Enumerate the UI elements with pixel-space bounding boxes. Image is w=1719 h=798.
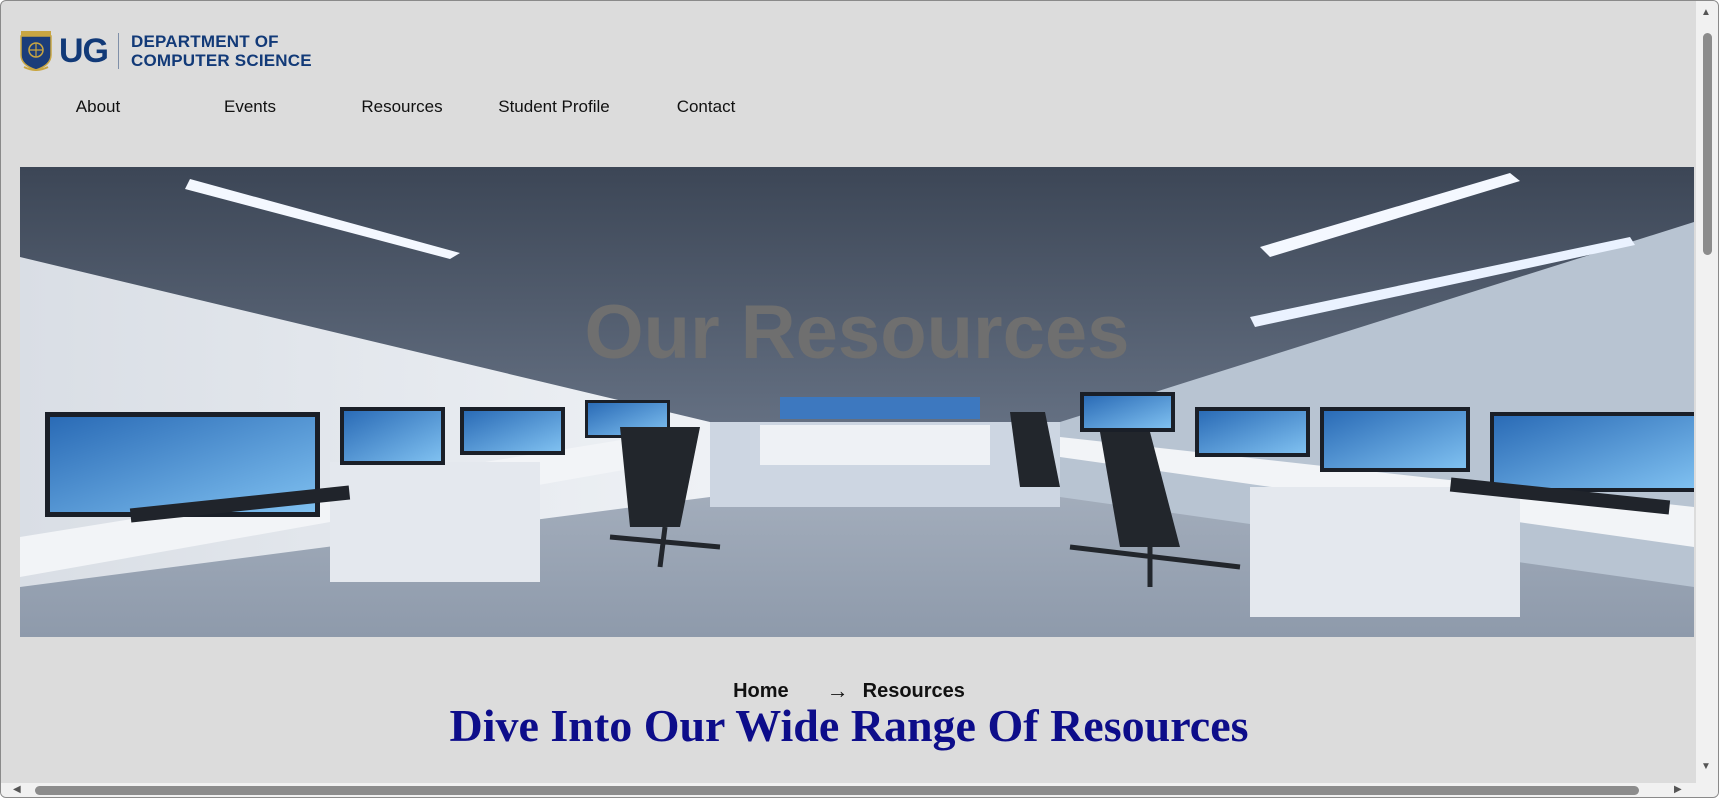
logo-text: DEPARTMENT OF COMPUTER SCIENCE xyxy=(131,32,312,70)
logo-line-2: COMPUTER SCIENCE xyxy=(131,51,312,70)
horizontal-scroll-thumb[interactable] xyxy=(35,786,1639,795)
scroll-right-arrow-icon[interactable]: ▶ xyxy=(1674,784,1682,795)
hero-title: Our Resources xyxy=(584,290,1130,375)
scroll-down-arrow-icon[interactable]: ▼ xyxy=(1701,761,1711,772)
browser-window: UG DEPARTMENT OF COMPUTER SCIENCE About … xyxy=(0,0,1719,798)
section-title: Dive Into Our Wide Range Of Resources xyxy=(449,700,1249,751)
hero-computer-lab-image xyxy=(20,167,1694,637)
nav-events[interactable]: Events xyxy=(175,97,325,117)
scroll-up-arrow-icon[interactable]: ▲ xyxy=(1701,7,1711,18)
nav-resources[interactable]: Resources xyxy=(327,97,477,117)
logo-line-1: DEPARTMENT OF xyxy=(131,32,279,51)
nav-about[interactable]: About xyxy=(23,97,173,117)
hero-banner: Our Resources xyxy=(20,167,1694,637)
nav-contact[interactable]: Contact xyxy=(631,97,781,117)
department-logo[interactable]: UG DEPARTMENT OF COMPUTER SCIENCE xyxy=(19,30,312,72)
ug-crest-icon xyxy=(20,31,52,71)
logo-ug-mark: UG xyxy=(59,31,109,70)
logo-divider xyxy=(118,33,119,69)
page-content: UG DEPARTMENT OF COMPUTER SCIENCE About … xyxy=(2,2,1696,784)
scroll-left-arrow-icon[interactable]: ◀ xyxy=(13,784,21,795)
nav-student-profile[interactable]: Student Profile xyxy=(479,97,629,117)
horizontal-scrollbar[interactable]: ◀ ▶ xyxy=(1,783,1718,797)
vertical-scrollbar[interactable]: ▲ ▼ xyxy=(1696,1,1718,785)
vertical-scroll-thumb[interactable] xyxy=(1703,33,1712,255)
